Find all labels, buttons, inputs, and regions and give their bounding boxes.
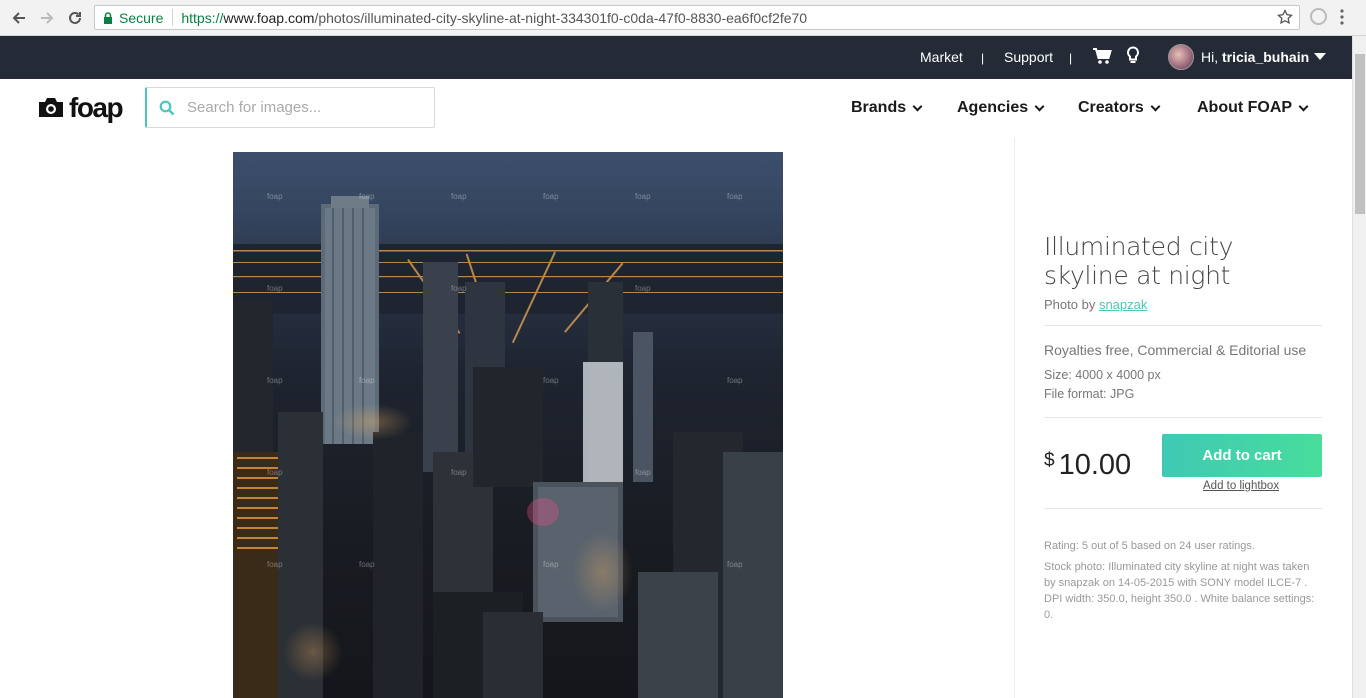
url-text: https://www.foap.com/photos/illuminated-…: [173, 10, 807, 26]
currency-symbol: $: [1044, 450, 1055, 471]
photo-preview[interactable]: foap foap foap foap foap foap foap foap …: [233, 152, 783, 698]
search-icon: [159, 100, 175, 115]
watermark: foap: [451, 468, 467, 477]
watermark: foap: [635, 192, 651, 201]
secure-label: Secure: [119, 9, 164, 26]
price: $10.00: [1044, 448, 1131, 482]
city-skyline-image: [233, 196, 783, 698]
address-bar[interactable]: Secure https://www.foap.com/photos/illum…: [94, 5, 1300, 30]
watermark: foap: [451, 284, 467, 293]
user-greeting[interactable]: Hi, tricia_buhain: [1201, 49, 1309, 65]
nav-label: Creators: [1078, 99, 1144, 116]
separator: |: [1069, 51, 1073, 65]
url-path: /photos/illuminated-city-skyline-at-nigh…: [314, 9, 808, 26]
bookmark-star-icon[interactable]: [1277, 8, 1293, 28]
watermark: foap: [267, 560, 283, 569]
add-to-lightbox-link[interactable]: Add to lightbox: [1203, 480, 1279, 492]
add-to-cart-button[interactable]: Add to cart: [1162, 434, 1322, 477]
watermark: foap: [267, 376, 283, 385]
nav-agencies[interactable]: Agencies: [957, 99, 1045, 117]
support-link[interactable]: Support: [1004, 49, 1053, 65]
watermark: foap: [267, 192, 283, 201]
watermark: foap: [727, 192, 743, 201]
watermark: foap: [451, 192, 467, 201]
browser-menu-icon[interactable]: [1340, 9, 1344, 30]
reload-icon[interactable]: [64, 7, 86, 29]
lightbulb-icon[interactable]: [1126, 46, 1140, 68]
nav-label: Agencies: [957, 99, 1029, 116]
chevron-down-icon: [912, 101, 923, 111]
market-link[interactable]: Market: [920, 49, 963, 65]
watermark: foap: [359, 376, 375, 385]
greeting-text: Hi,: [1201, 49, 1222, 65]
nav-about-foap[interactable]: About FOAP: [1197, 99, 1309, 117]
divider: [1044, 417, 1322, 418]
search-box[interactable]: [145, 87, 435, 128]
author-link[interactable]: snapzak: [1099, 297, 1147, 312]
byline-prefix: Photo by: [1044, 297, 1099, 312]
url-host: www.foap.com: [223, 9, 315, 26]
nav-label: About FOAP: [1197, 99, 1293, 116]
chevron-down-icon: [1298, 101, 1309, 111]
forward-icon[interactable]: [36, 7, 58, 29]
watermark: foap: [635, 468, 651, 477]
chevron-down-icon: [1034, 101, 1045, 111]
rating-text: Rating: 5 out of 5 based on 24 user rati…: [1044, 540, 1255, 552]
watermark: foap: [267, 468, 283, 477]
top-bar: Market | Support | Hi, tricia_buhain: [0, 36, 1352, 79]
scrollbar[interactable]: [1352, 36, 1366, 698]
scrollbar-thumb[interactable]: [1355, 54, 1365, 214]
url-scheme: https://: [181, 9, 224, 26]
photo-byline: Photo by snapzak: [1044, 297, 1147, 312]
extension-icon[interactable]: [1310, 8, 1327, 25]
avatar[interactable]: [1168, 44, 1194, 70]
nav-creators[interactable]: Creators: [1078, 99, 1161, 117]
secure-indicator[interactable]: Secure: [95, 9, 174, 26]
watermark: foap: [359, 560, 375, 569]
format-text: File format: JPG: [1044, 387, 1135, 401]
foap-logo[interactable]: foap: [37, 92, 124, 124]
watermark: foap: [543, 192, 559, 201]
divider: [1044, 508, 1322, 509]
watermark: foap: [727, 376, 743, 385]
photo-title: Illuminated city skyline at night: [1044, 232, 1234, 290]
watermark: foap: [543, 376, 559, 385]
sidebar-divider: [1014, 138, 1015, 698]
browser-toolbar: Secure https://www.foap.com/photos/illum…: [0, 0, 1366, 36]
chevron-down-icon[interactable]: [1314, 53, 1326, 60]
back-icon[interactable]: [8, 7, 30, 29]
logo-text: foap: [69, 92, 124, 123]
separator: |: [981, 51, 985, 65]
watermark: foap: [359, 192, 375, 201]
nav-brands[interactable]: Brands: [851, 99, 923, 117]
photo-description: Stock photo: Illuminated city skyline at…: [1044, 561, 1315, 621]
price-amount: 10.00: [1058, 449, 1132, 481]
username: tricia_buhain: [1222, 49, 1310, 65]
chevron-down-icon: [1150, 101, 1161, 111]
watermark: foap: [635, 284, 651, 293]
lock-icon: [104, 11, 112, 24]
camera-icon: [39, 98, 63, 117]
nav-label: Brands: [851, 99, 907, 116]
license-text: Royalties free, Commercial & Editorial u…: [1044, 342, 1307, 358]
size-text: Size: 4000 x 4000 px: [1044, 368, 1161, 382]
search-input[interactable]: [187, 99, 417, 116]
divider: [1044, 325, 1322, 326]
watermark: foap: [543, 560, 559, 569]
watermark: foap: [267, 284, 283, 293]
cart-icon[interactable]: [1092, 47, 1112, 68]
watermark: foap: [727, 560, 743, 569]
